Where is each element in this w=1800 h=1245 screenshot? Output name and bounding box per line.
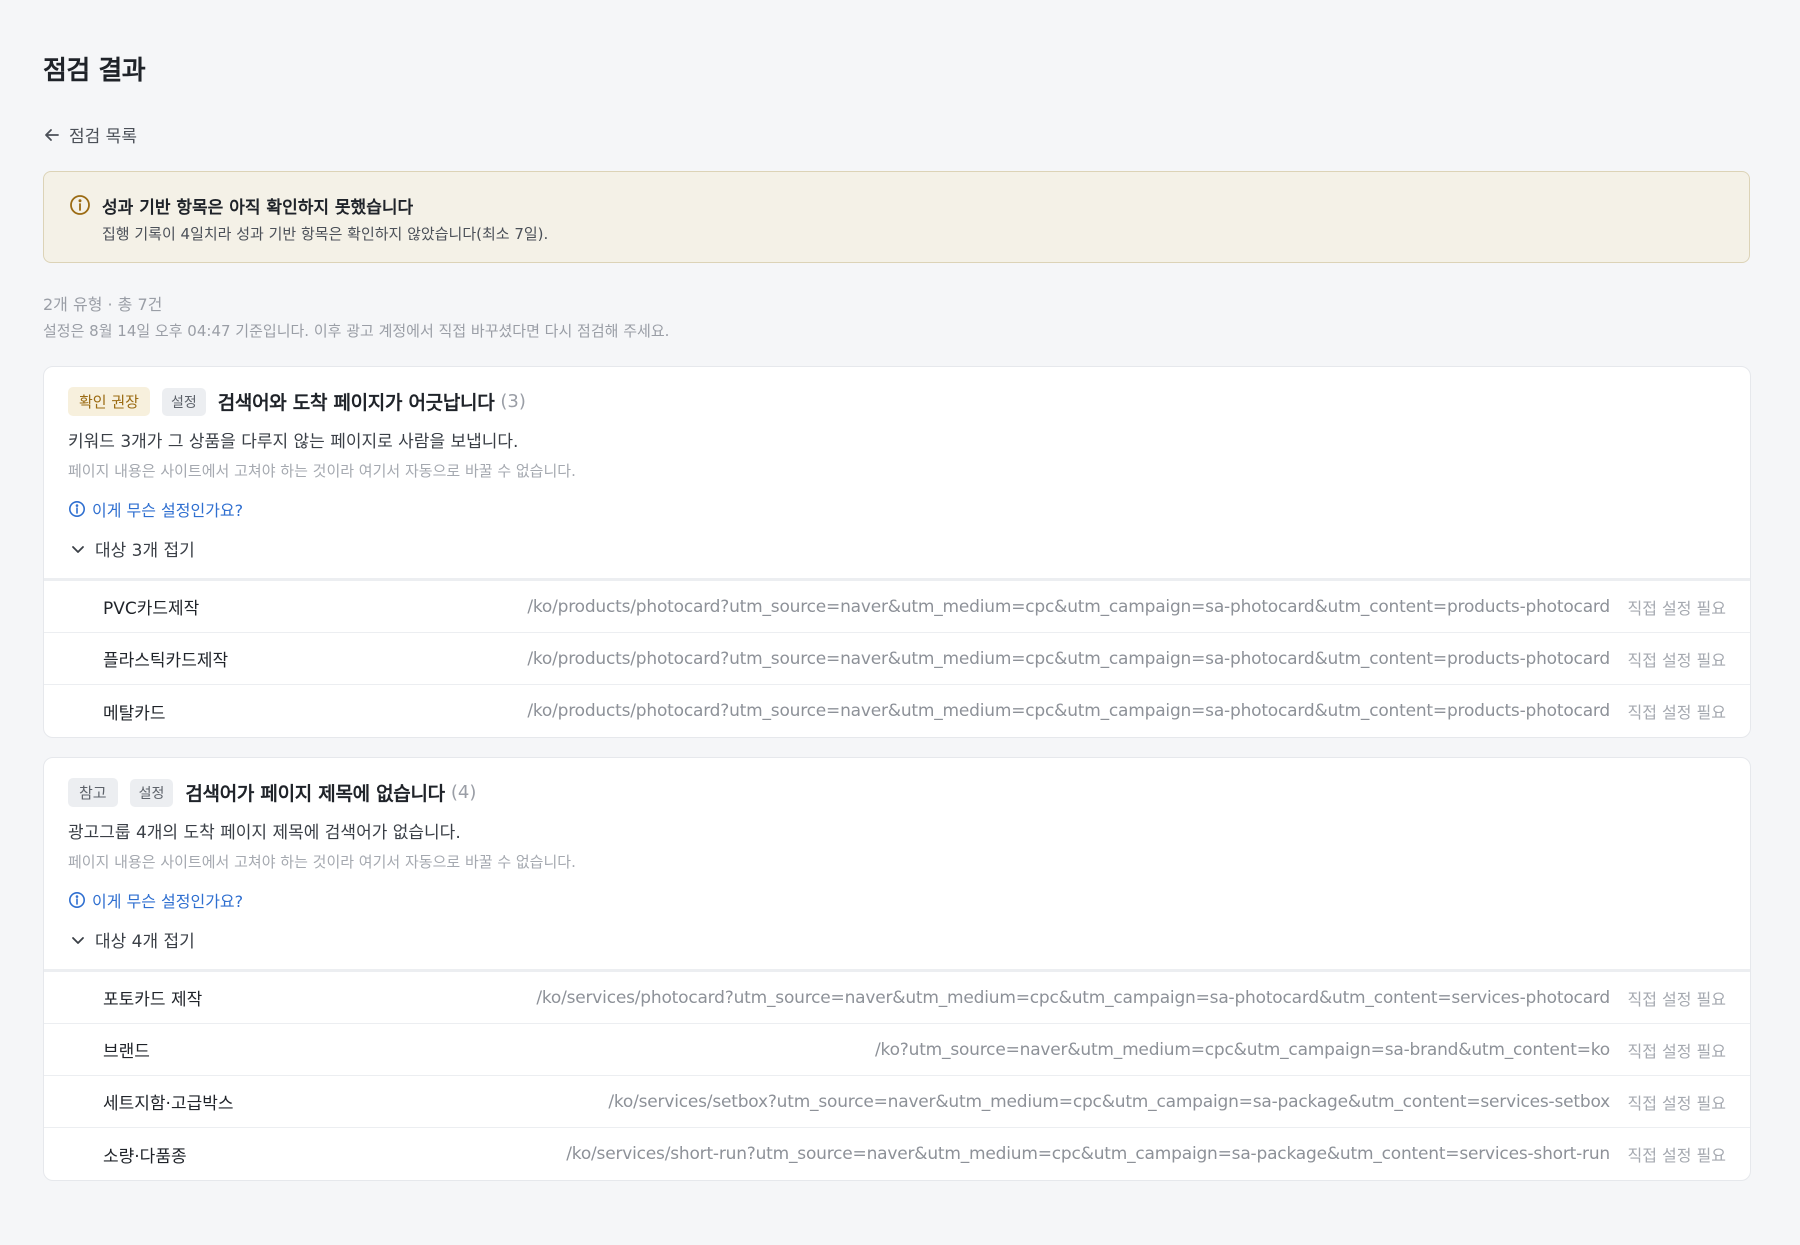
severity-badge: 참고 xyxy=(68,778,118,807)
issue-count: (3) xyxy=(500,391,526,412)
table-row: PVC카드제작 /ko/products/photocard?utm_sourc… xyxy=(44,581,1750,633)
keyword-cell: 소량·다품종 xyxy=(103,1146,187,1167)
audit-result-page: 점검 결과 점검 목록 성과 기반 항목은 아직 확인하지 못했습니다 집행 기… xyxy=(0,0,1800,1245)
issue-card-header: 확인 권장 설정 검색어와 도착 페이지가 어긋납니다 (3) 키워드 3개가 … xyxy=(44,367,1750,581)
table-row: 브랜드 /ko?utm_source=naver&utm_medium=cpc&… xyxy=(44,1024,1750,1076)
arrow-left-icon xyxy=(45,128,59,141)
table-row: 소량·다품종 /ko/services/short-run?utm_source… xyxy=(44,1128,1750,1180)
help-link[interactable]: 이게 무슨 설정인가요? xyxy=(68,497,243,521)
keyword-cell: 브랜드 xyxy=(103,1042,150,1062)
issue-card: 확인 권장 설정 검색어와 도착 페이지가 어긋납니다 (3) 키워드 3개가 … xyxy=(43,366,1751,738)
landing-url-cell: /ko/services/setbox?utm_source=naver&utm… xyxy=(608,1091,1610,1112)
issue-description: 키워드 3개가 그 상품을 다루지 않는 페이지로 사람을 보냅니다. xyxy=(68,432,519,452)
keyword-cell: 포토카드 제작 xyxy=(103,990,203,1010)
issue-card: 참고 설정 검색어가 페이지 제목에 없습니다 (4) 광고그룹 4개의 도착 … xyxy=(43,757,1751,1181)
landing-url-cell: /ko/products/photocard?utm_source=naver&… xyxy=(527,596,1610,617)
collapse-targets-toggle[interactable]: 대상 3개 접기 xyxy=(70,536,195,561)
chevron-down-icon xyxy=(72,936,84,944)
status-cell: 직접 설정 필요 xyxy=(1627,1146,1727,1165)
issue-title: 검색어가 페이지 제목에 없습니다 xyxy=(185,783,445,805)
help-link-label: 이게 무슨 설정인가요? xyxy=(92,501,244,520)
toggle-label: 대상 3개 접기 xyxy=(95,541,195,561)
status-cell: 직접 설정 필요 xyxy=(1627,703,1727,722)
back-to-list-link[interactable]: 점검 목록 xyxy=(43,122,137,147)
status-cell: 직접 설정 필요 xyxy=(1627,1093,1727,1113)
info-icon xyxy=(69,501,85,517)
help-link[interactable]: 이게 무슨 설정인가요? xyxy=(68,888,243,912)
info-icon xyxy=(70,195,90,215)
settings-basis-note: 설정은 8월 14일 오후 04:47 기준입니다. 이후 광고 계정에서 직접… xyxy=(43,322,670,340)
target-list: PVC카드제작 /ko/products/photocard?utm_sourc… xyxy=(44,581,1750,737)
table-row: 메탈카드 /ko/products/photocard?utm_source=n… xyxy=(44,685,1750,737)
keyword-cell: 세트지함·고급박스 xyxy=(103,1094,234,1114)
status-cell: 직접 설정 필요 xyxy=(1627,598,1727,618)
severity-badge: 확인 권장 xyxy=(68,387,150,416)
category-badge: 설정 xyxy=(129,778,174,807)
issue-note: 페이지 내용은 사이트에서 고쳐야 하는 것이라 여기서 자동으로 바꿀 수 없… xyxy=(68,853,576,871)
keyword-cell: 플라스틱카드제작 xyxy=(103,651,229,671)
table-row: 플라스틱카드제작 /ko/products/photocard?utm_sour… xyxy=(44,633,1750,685)
landing-url-cell: /ko/products/photocard?utm_source=naver&… xyxy=(527,648,1610,669)
toggle-label: 대상 4개 접기 xyxy=(95,932,195,952)
landing-url-cell: /ko/services/photocard?utm_source=naver&… xyxy=(536,987,1610,1008)
status-cell: 직접 설정 필요 xyxy=(1627,1041,1727,1061)
notice-title: 성과 기반 항목은 아직 확인하지 못했습니다 xyxy=(102,198,414,218)
issue-note: 페이지 내용은 사이트에서 고쳐야 하는 것이라 여기서 자동으로 바꿀 수 없… xyxy=(68,462,576,480)
landing-url-cell: /ko/services/short-run?utm_source=naver&… xyxy=(566,1144,1610,1164)
issue-card-header: 참고 설정 검색어가 페이지 제목에 없습니다 (4) 광고그룹 4개의 도착 … xyxy=(44,758,1750,972)
status-cell: 직접 설정 필요 xyxy=(1627,989,1727,1009)
issue-count: (4) xyxy=(450,782,477,803)
table-row: 세트지함·고급박스 /ko/services/setbox?utm_source… xyxy=(44,1076,1750,1128)
status-cell: 직접 설정 필요 xyxy=(1627,650,1727,670)
keyword-cell: PVC카드제작 xyxy=(103,599,200,619)
landing-url-cell: /ko?utm_source=naver&utm_medium=cpc&utm_… xyxy=(875,1039,1610,1060)
chevron-down-icon xyxy=(72,545,84,553)
result-summary: 2개 유형 · 총 7건 xyxy=(43,295,163,314)
page-title: 점검 결과 xyxy=(43,56,146,86)
landing-url-cell: /ko/products/photocard?utm_source=naver&… xyxy=(527,701,1610,721)
target-list: 포토카드 제작 /ko/services/photocard?utm_sourc… xyxy=(44,972,1750,1180)
category-badge: 설정 xyxy=(161,387,206,416)
collapse-targets-toggle[interactable]: 대상 4개 접기 xyxy=(70,927,195,952)
keyword-cell: 메탈카드 xyxy=(103,703,166,724)
back-link-label: 점검 목록 xyxy=(69,127,137,147)
issue-description: 광고그룹 4개의 도착 페이지 제목에 검색어가 없습니다. xyxy=(68,823,461,843)
info-icon xyxy=(69,892,85,908)
notice-banner: 성과 기반 항목은 아직 확인하지 못했습니다 집행 기록이 4일치라 성과 기… xyxy=(43,171,1750,263)
issue-title: 검색어와 도착 페이지가 어긋납니다 xyxy=(217,392,495,414)
notice-body: 집행 기록이 4일치라 성과 기반 항목은 확인하지 않았습니다(최소 7일). xyxy=(102,225,549,243)
help-link-label: 이게 무슨 설정인가요? xyxy=(92,892,244,911)
table-row: 포토카드 제작 /ko/services/photocard?utm_sourc… xyxy=(44,972,1750,1024)
